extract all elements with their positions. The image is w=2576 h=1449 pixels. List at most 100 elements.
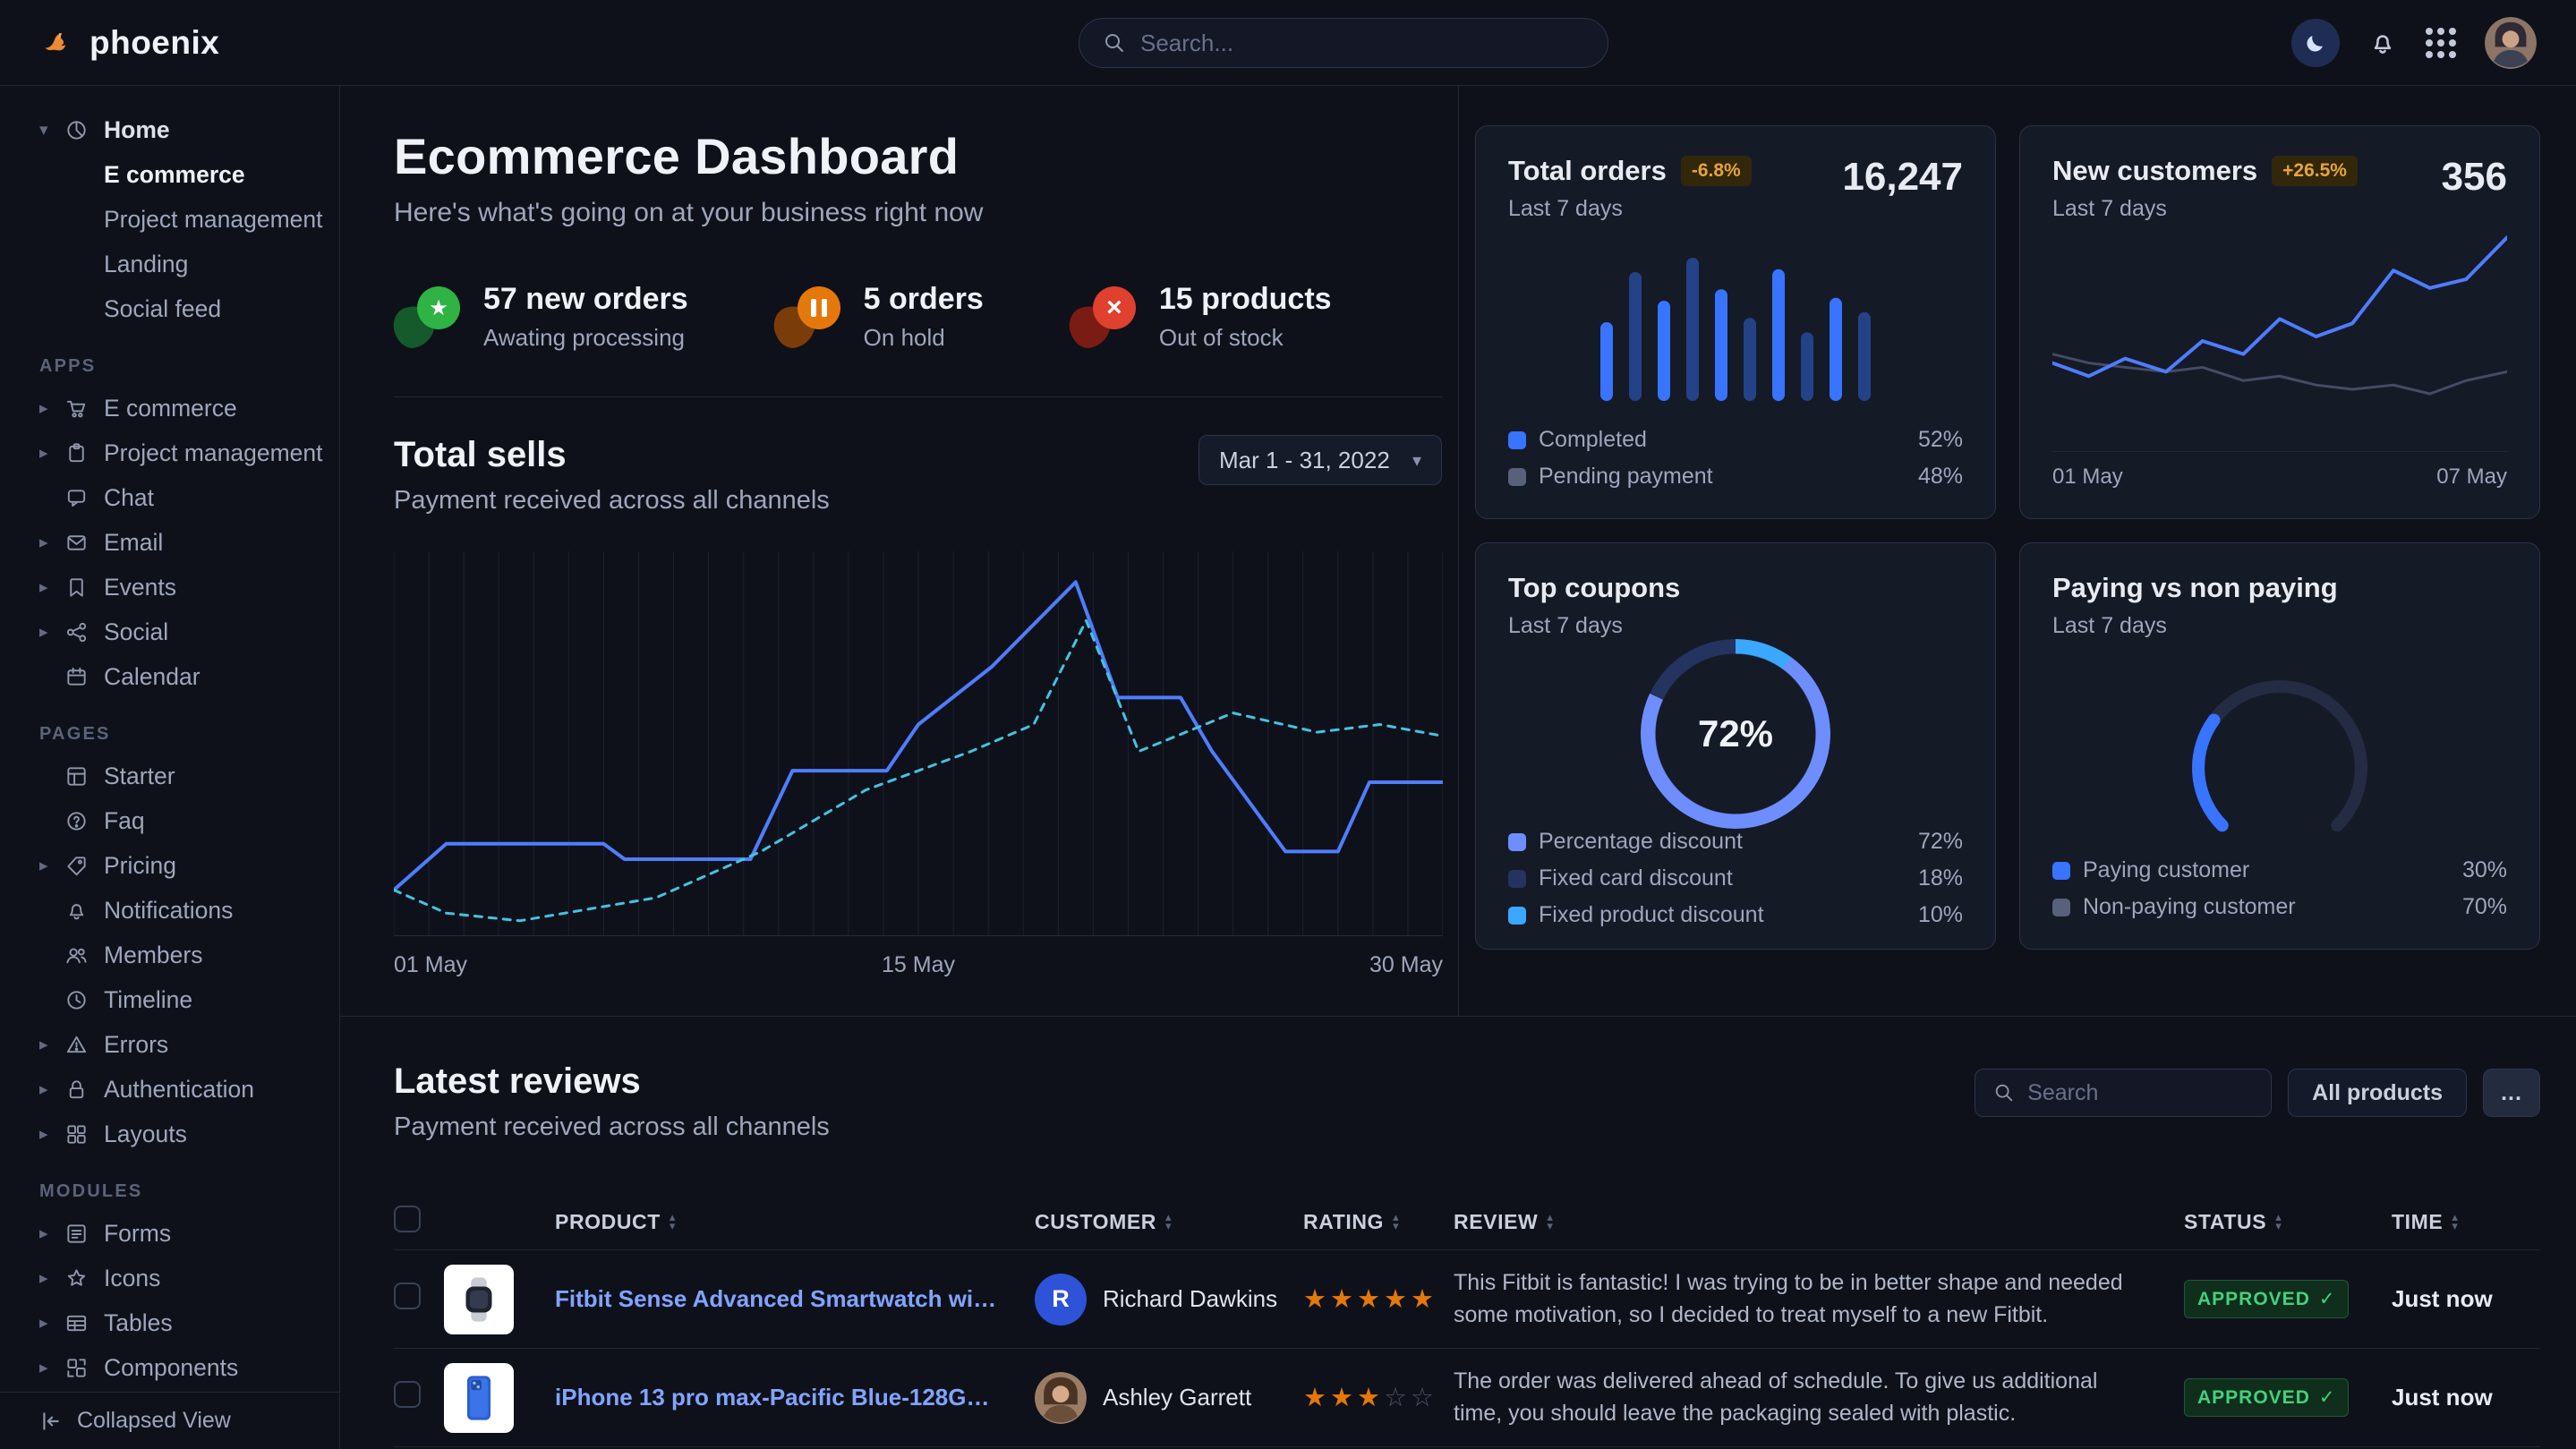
sidebar-item-events[interactable]: ▸ Events	[0, 565, 339, 609]
sidebar-item-ecommerce-app[interactable]: ▸ E commerce	[0, 386, 339, 430]
main-content: Ecommerce Dashboard Here's what's going …	[340, 0, 2576, 1449]
row-checkbox[interactable]	[394, 1381, 421, 1408]
col-customer[interactable]: CUSTOMER▴▾	[1035, 1210, 1303, 1234]
global-search[interactable]	[1079, 18, 1608, 68]
sidebar-item-tables[interactable]: ▸ Tables	[0, 1300, 339, 1345]
sidebar-item-email[interactable]: ▸ Email	[0, 520, 339, 565]
sidebar-item-notifications[interactable]: Notifications	[0, 888, 339, 933]
sidebar-item-chat[interactable]: Chat	[0, 475, 339, 520]
sort-icon: ▴▾	[2275, 1213, 2282, 1231]
page-subtitle: Here's what's going on at your business …	[394, 198, 1442, 228]
collapse-icon	[39, 1410, 63, 1433]
share-icon	[64, 620, 104, 644]
dark-mode-toggle[interactable]	[2291, 19, 2340, 67]
stat-new-orders: ★ 57 new orders Awating processing	[394, 282, 688, 352]
sidebar-item-errors[interactable]: ▸ Errors	[0, 1022, 339, 1067]
sidebar-item-social[interactable]: ▸ Social	[0, 609, 339, 654]
paying-vs-nonpaying-card: Paying vs non paying Last 7 days Paying …	[2019, 542, 2540, 950]
sidebar-item-social-feed[interactable]: Social feed	[0, 286, 339, 331]
rating-stars: ★★★★★	[1303, 1283, 1454, 1315]
change-badge: -6.8%	[1681, 156, 1752, 186]
sort-icon: ▴▾	[1393, 1213, 1399, 1231]
components-icon	[64, 1356, 104, 1380]
apps-grid-icon	[2426, 28, 2456, 58]
chevron-right-icon: ▸	[39, 622, 64, 643]
reviews-subtitle: Payment received across all channels	[394, 1112, 830, 1142]
review-text: This Fitbit is fantastic! I was trying t…	[1454, 1267, 2184, 1331]
sidebar-item-authentication[interactable]: ▸ Authentication	[0, 1067, 339, 1112]
users-icon	[64, 943, 104, 967]
select-all-checkbox[interactable]	[394, 1206, 421, 1232]
sidebar-item-project-management-dashboard[interactable]: Project management	[0, 197, 339, 242]
col-time[interactable]: TIME▴▾	[2392, 1210, 2540, 1234]
sidebar-item-forms[interactable]: ▸ Forms	[0, 1211, 339, 1256]
sidebar: ▾ Home E commerce Project management Lan…	[0, 86, 340, 1449]
sidebar-section-pages: PAGES	[39, 724, 339, 745]
collapsed-view-button[interactable]: Collapsed View	[0, 1392, 339, 1449]
chevron-right-icon: ▸	[39, 577, 64, 598]
search-input[interactable]	[1140, 30, 1584, 57]
check-icon: ✓	[2319, 1288, 2336, 1310]
pie-chart-icon	[64, 118, 104, 142]
chevron-right-icon: ▸	[39, 398, 64, 419]
col-rating[interactable]: RATING▴▾	[1303, 1210, 1454, 1234]
sidebar-item-starter[interactable]: Starter	[0, 754, 339, 798]
status-badge: APPROVED✓	[2184, 1280, 2349, 1318]
total-orders-value: 16,247	[1842, 155, 1963, 200]
product-image-iphone	[444, 1363, 514, 1433]
apps-menu-button[interactable]	[2426, 28, 2456, 58]
product-link[interactable]: Fitbit Sense Advanced Smartwatch with To…	[555, 1285, 1035, 1313]
new-customers-x-axis: 01 May 07 May	[2052, 451, 2507, 490]
sidebar-item-project-management-app[interactable]: ▸ Project management	[0, 430, 339, 475]
chevron-right-icon: ▸	[39, 856, 64, 876]
sidebar-item-components[interactable]: ▸ Components	[0, 1345, 339, 1390]
product-link[interactable]: iPhone 13 pro max-Pacific Blue-128GB sto…	[555, 1384, 1035, 1411]
stat-orders-on-hold: 5 orders On hold	[774, 282, 984, 352]
reviews-search[interactable]	[1975, 1069, 2272, 1117]
col-review[interactable]: REVIEW▴▾	[1454, 1210, 2184, 1234]
sidebar-item-timeline[interactable]: Timeline	[0, 977, 339, 1022]
total-sells-subtitle: Payment received across all channels	[394, 486, 830, 516]
new-customers-line-chart	[2052, 226, 2507, 447]
total-sells-chart	[394, 551, 1443, 936]
legend-item: Completed 52%	[1508, 427, 1963, 453]
sidebar-item-faq[interactable]: Faq	[0, 798, 339, 843]
chevron-right-icon: ▸	[39, 1358, 64, 1378]
warning-icon	[64, 1033, 104, 1057]
clipboard-icon	[64, 441, 104, 465]
brand-logo[interactable]: phoenix	[39, 24, 219, 62]
grid-icon	[64, 1122, 104, 1146]
chevron-right-icon: ▸	[39, 1313, 64, 1334]
reviews-search-input[interactable]	[2027, 1080, 2316, 1106]
total-orders-bar-chart	[1600, 249, 1871, 401]
bookmark-icon	[64, 575, 104, 600]
sidebar-item-layouts[interactable]: ▸ Layouts	[0, 1112, 339, 1156]
sidebar-item-pricing[interactable]: ▸ Pricing	[0, 843, 339, 888]
donut-center-value: 72%	[1698, 712, 1773, 755]
sidebar-item-e-commerce-dashboard[interactable]: E commerce	[0, 152, 339, 197]
col-product[interactable]: PRODUCT▴▾	[555, 1210, 1035, 1234]
all-products-button[interactable]: All products	[2288, 1069, 2467, 1117]
coupons-donut-chart: 72%	[1641, 639, 1830, 829]
sidebar-item-members[interactable]: Members	[0, 933, 339, 977]
check-icon: ✓	[2319, 1386, 2336, 1409]
sidebar-item-home[interactable]: ▾ Home	[0, 107, 339, 152]
sort-icon: ▴▾	[2452, 1213, 2458, 1231]
sidebar-item-calendar[interactable]: Calendar	[0, 654, 339, 699]
table-icon	[64, 1311, 104, 1335]
sidebar-item-icons[interactable]: ▸ Icons	[0, 1256, 339, 1300]
date-range-select[interactable]: Mar 1 - 31, 2022 ▾	[1198, 435, 1442, 485]
chevron-right-icon: ▸	[39, 443, 64, 464]
user-avatar[interactable]	[2485, 17, 2537, 69]
reviews-title: Latest reviews	[394, 1061, 830, 1102]
customer-cell: R Richard Dawkins	[1035, 1274, 1303, 1325]
customer-cell: Ashley Garrett	[1035, 1372, 1303, 1424]
star-icon: ★	[417, 286, 460, 329]
table-row: iPhone 13 pro max-Pacific Blue-128GB sto…	[394, 1348, 2540, 1446]
sidebar-item-landing[interactable]: Landing	[0, 242, 339, 286]
more-options-button[interactable]: ...	[2483, 1069, 2540, 1117]
col-status[interactable]: STATUS▴▾	[2184, 1210, 2392, 1234]
notifications-button[interactable]	[2368, 29, 2397, 57]
row-checkbox[interactable]	[394, 1283, 421, 1309]
cart-icon	[64, 396, 104, 421]
